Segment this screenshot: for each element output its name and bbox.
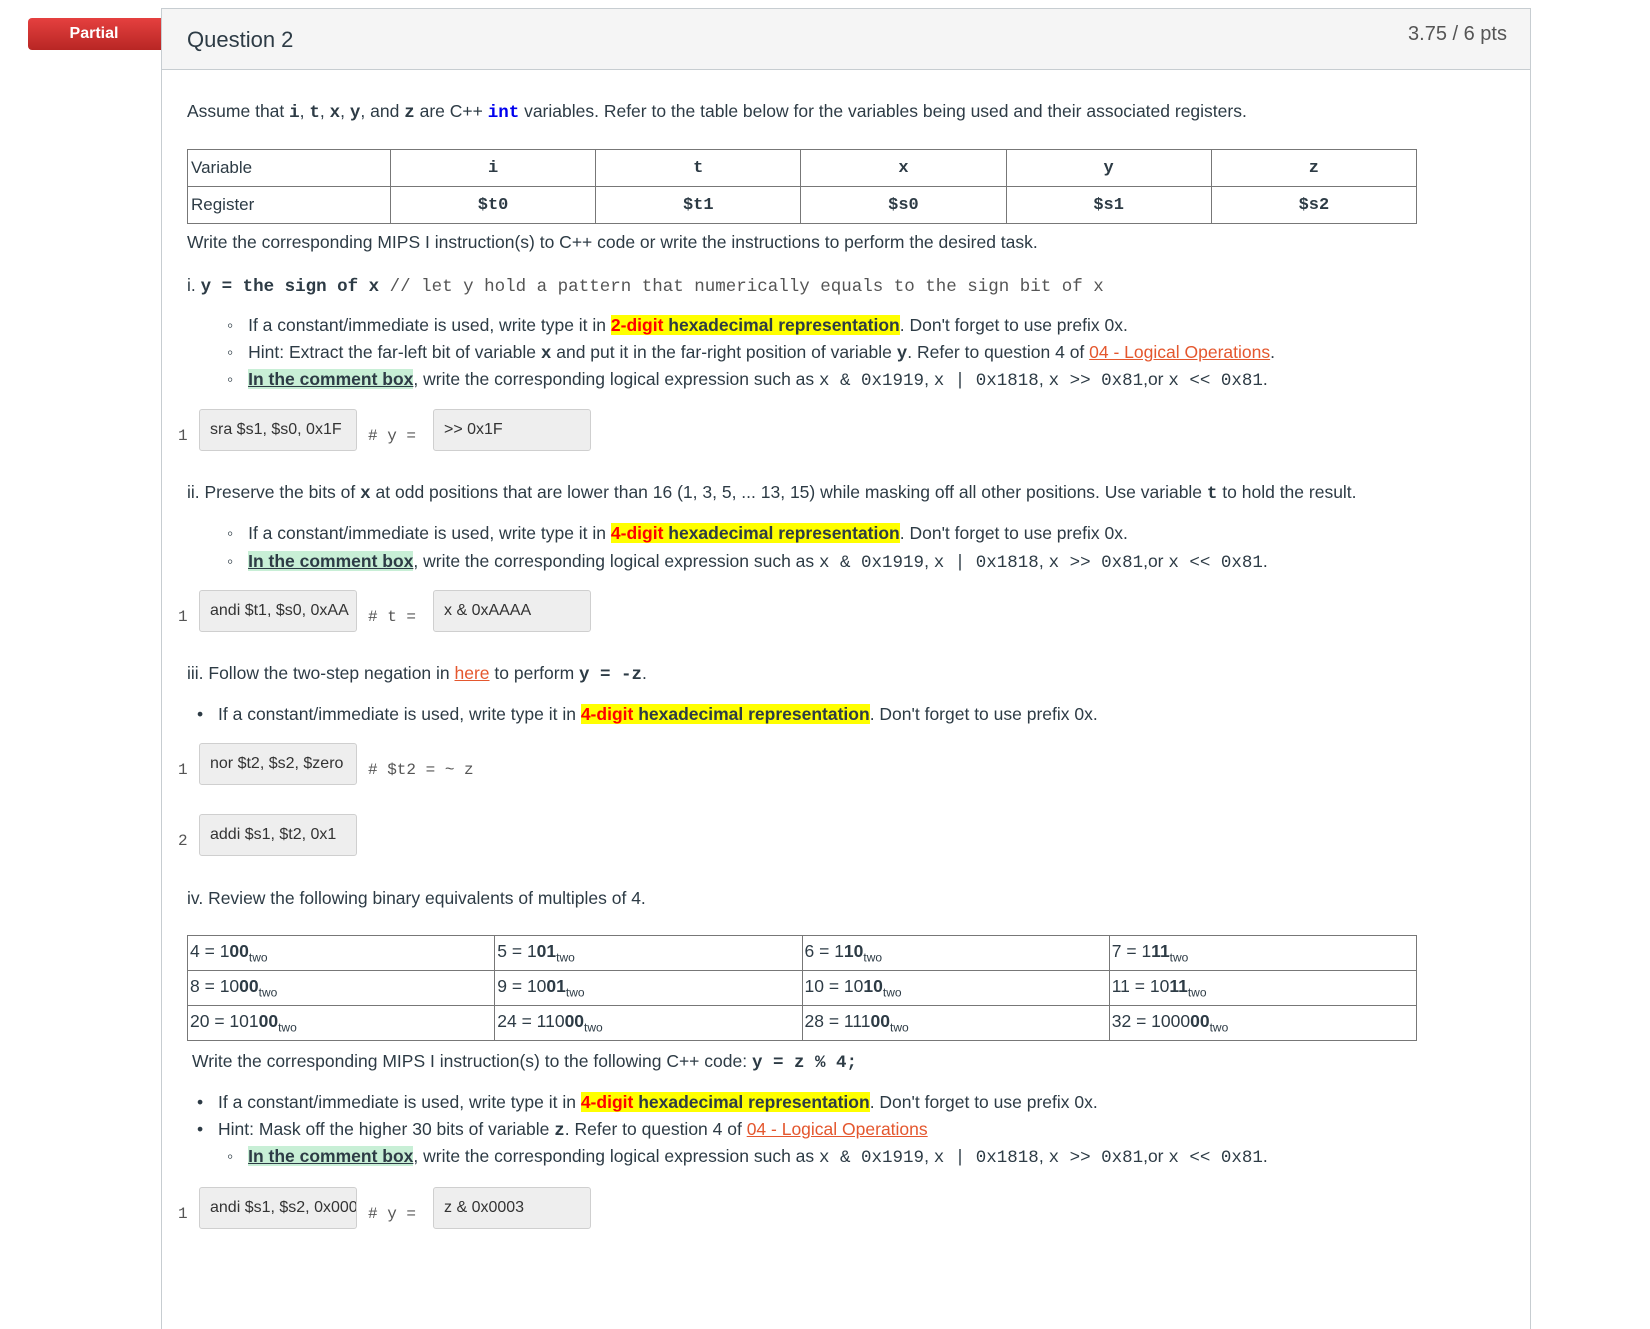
binary-cell: 6 = 110two (801, 935, 1110, 971)
line-number: 1 (178, 608, 188, 626)
table-row: Variable i t x y z (187, 149, 1418, 187)
comment-prefix: # y = (368, 427, 417, 445)
binary-cell: 32 = 100000two (1108, 1005, 1418, 1041)
table-row: 20 = 10100two 24 = 11000two 28 = 11100two 3… (186, 1005, 1418, 1041)
part4-heading: iv. Review the following binary equivale… (187, 888, 646, 908)
part3-bullet-constant: If a constant/immediate is used, write t… (197, 704, 1098, 725)
comment-input[interactable]: z & 0x0003 (433, 1187, 591, 1229)
comment-text: # $t2 = ~ z (368, 761, 474, 779)
row-label: Register (187, 186, 391, 224)
question-card: Question 2 3.75 / 6 pts Assume that i, t… (161, 8, 1531, 1329)
variable-register-table: Variable i t x y z Register $t0 $t1 $s0 … (187, 149, 1418, 224)
instruction-input[interactable]: andi $t1, $s0, 0xAA (199, 590, 357, 632)
table-cell: $s0 (800, 186, 1007, 224)
part1-bullet-comment: In the comment box, write the correspond… (227, 369, 1268, 391)
table-cell: t (595, 149, 802, 187)
binary-cell: 11 = 1011two (1108, 970, 1418, 1006)
table-row: 8 = 1000two 9 = 1001two 10 = 1010two 11 = 1… (186, 970, 1418, 1006)
comment-prefix: # y = (368, 1205, 417, 1223)
row-label: Variable (187, 149, 391, 187)
table-cell: $t0 (389, 186, 597, 224)
question-points: 3.75 / 6 pts (1408, 23, 1507, 45)
table-cell: i (389, 149, 597, 187)
part2-heading: ii. Preserve the bits of x at odd positi… (187, 482, 1357, 504)
logical-operations-link[interactable]: 04 - Logical Operations (1089, 342, 1270, 362)
binary-cell: 10 = 1010two (801, 970, 1110, 1006)
comment-input[interactable]: x & 0xAAAA (433, 590, 591, 632)
table-cell: y (1005, 149, 1212, 187)
logical-operations-link[interactable]: 04 - Logical Operations (747, 1119, 928, 1139)
table-cell: z (1210, 149, 1418, 187)
comment-input[interactable]: >> 0x1F (433, 409, 591, 451)
part4-bullet-constant: If a constant/immediate is used, write t… (197, 1092, 1098, 1113)
table-cell: $t1 (595, 186, 802, 224)
line-number: 2 (178, 832, 188, 850)
part1-bullet-constant: If a constant/immediate is used, write t… (227, 315, 1128, 336)
binary-cell: 8 = 1000two (186, 970, 496, 1006)
line-number: 1 (178, 427, 188, 445)
part1-bullet-hint: Hint: Extract the far-left bit of variab… (227, 342, 1275, 364)
status-badge: Partial (28, 18, 184, 50)
binary-cell: 9 = 1001two (494, 970, 803, 1006)
intro-text: Assume that i, t, x, y, and z are C++ in… (187, 101, 1247, 123)
part4-write-text: Write the corresponding MIPS I instructi… (192, 1051, 857, 1073)
instruction-input[interactable]: nor $t2, $s2, $zero (199, 743, 357, 785)
part2-bullet-constant: If a constant/immediate is used, write t… (227, 523, 1128, 544)
part1-heading: i. y = the sign of x // let y hold a pat… (187, 275, 1104, 297)
table-cell: x (800, 149, 1007, 187)
comment-prefix: # t = (368, 608, 417, 626)
instruction-input[interactable]: andi $s1, $s2, 0x0003 (199, 1187, 357, 1229)
binary-cell: 28 = 11100two (801, 1005, 1110, 1041)
table-cell: $s2 (1210, 186, 1418, 224)
question-title: Question 2 (187, 27, 294, 52)
binary-cell: 20 = 10100two (186, 1005, 496, 1041)
table-row: Register $t0 $t1 $s0 $s1 $s2 (187, 186, 1418, 224)
line-number: 1 (178, 761, 188, 779)
instructions-text: Write the corresponding MIPS I instructi… (187, 232, 1038, 252)
question-header: Question 2 3.75 / 6 pts (162, 9, 1530, 70)
here-link[interactable]: here (455, 663, 490, 683)
part4-bullet-comment: In the comment box, write the correspond… (227, 1146, 1268, 1168)
part3-heading: iii. Follow the two-step negation in her… (187, 663, 647, 685)
table-row: 4 = 100two 5 = 101two 6 = 110two 7 = 111two (186, 935, 1418, 971)
instruction-input[interactable]: addi $s1, $t2, 0x1 (199, 814, 357, 856)
binary-cell: 5 = 101two (494, 935, 803, 971)
line-number: 1 (178, 1205, 188, 1223)
table-cell: $s1 (1005, 186, 1212, 224)
part4-bullet-hint: Hint: Mask off the higher 30 bits of var… (197, 1119, 928, 1141)
binary-cell: 4 = 100two (186, 935, 496, 971)
instruction-input[interactable]: sra $s1, $s0, 0x1F (199, 409, 357, 451)
part2-bullet-comment: In the comment box, write the correspond… (227, 551, 1268, 573)
binary-table: 4 = 100two 5 = 101two 6 = 110two 7 = 111two… (186, 935, 1418, 1041)
binary-cell: 7 = 111two (1108, 935, 1418, 971)
binary-cell: 24 = 11000two (494, 1005, 803, 1041)
